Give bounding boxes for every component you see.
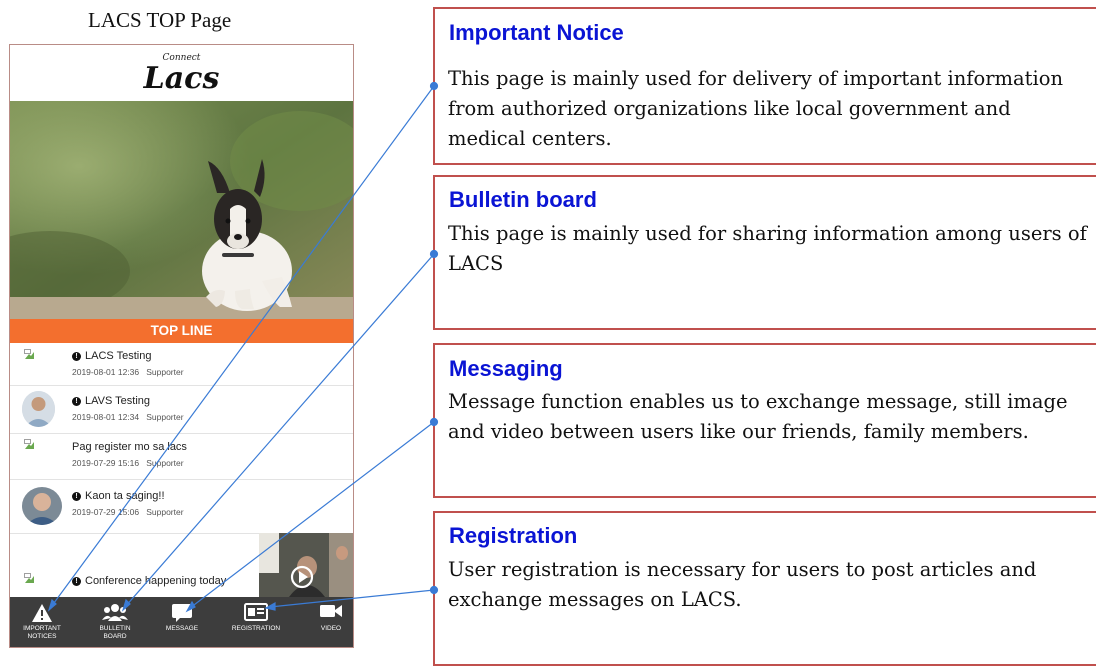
callout-heading: Bulletin board — [449, 187, 597, 212]
app-header: Connect Lacs — [10, 45, 353, 101]
video-preview[interactable] — [259, 533, 353, 597]
broken-image-icon — [24, 573, 34, 583]
nav-important-notices[interactable]: IMPORTANT NOTICES — [14, 597, 70, 647]
nav-registration[interactable]: REGISTRATION — [220, 597, 292, 647]
callout-heading: Important Notice — [449, 20, 624, 45]
exclamation-icon: ! — [72, 577, 81, 586]
feed-item[interactable]: Pag register mo sa lacs 2019-07-29 15:16… — [10, 433, 353, 480]
chat-icon — [172, 604, 192, 622]
callout-important-notice: Important Notice This page is mainly use… — [433, 7, 1096, 165]
users-icon — [102, 604, 128, 621]
feed-item[interactable]: ! LAVS Testing 2019-08-01 12:34 Supporter — [10, 385, 353, 434]
exclamation-icon: ! — [72, 492, 81, 501]
nav-label: IMPORTANT NOTICES — [23, 625, 61, 640]
feed-item[interactable]: ! LACS Testing 2019-08-01 12:36 Supporter — [10, 343, 353, 386]
feed-item-title: ! Conference happening today — [72, 575, 226, 587]
nav-label: REGISTRATION — [231, 625, 281, 632]
app-logo[interactable]: Lacs — [10, 61, 353, 96]
callout-messaging: Messaging Message function enables us to… — [433, 343, 1096, 498]
callout-body: This page is mainly used for sharing inf… — [448, 222, 1087, 275]
callout-body: User registration is necessary for users… — [448, 558, 1037, 611]
id-card-icon — [244, 603, 268, 621]
feed-item-meta: 2019-08-01 12:36 Supporter — [72, 367, 184, 377]
avatar — [22, 391, 55, 427]
feed-item[interactable]: ! Kaon ta saging!! 2019-07-29 15:06 Suppo… — [10, 479, 353, 534]
figure-caption: LACS TOP Page — [88, 8, 232, 32]
callout-body: Message function enables us to exchange … — [448, 390, 1068, 443]
feed-item-title: ! LAVS Testing — [72, 395, 150, 407]
exclamation-icon: ! — [72, 352, 81, 361]
hero-dog-photo — [10, 101, 353, 319]
feed-item-title: Pag register mo sa lacs — [72, 441, 187, 453]
feed-item-meta: 2019-07-29 15:06 Supporter — [72, 507, 184, 517]
nav-message[interactable]: MESSAGE — [154, 597, 210, 647]
warning-icon — [32, 604, 52, 622]
callout-registration: Registration User registration is necess… — [433, 511, 1096, 666]
callout-body: This page is mainly used for delivery of… — [448, 67, 1064, 150]
exclamation-icon: ! — [72, 397, 81, 406]
nav-label: MESSAGE — [165, 625, 199, 632]
nav-video[interactable]: VIDEO — [308, 597, 353, 647]
video-camera-icon — [320, 605, 342, 617]
nav-label: BULLETIN BOARD — [99, 625, 131, 640]
feed-item-title: ! LACS Testing — [72, 350, 151, 362]
callout-heading: Registration — [449, 523, 578, 548]
feed-item-meta: 2019-08-01 12:34 Supporter — [72, 412, 184, 422]
callout-heading: Messaging — [449, 356, 563, 381]
feed-item-meta: 2019-07-29 15:16 Supporter — [72, 458, 184, 468]
feed-item-title: ! Kaon ta saging!! — [72, 490, 165, 502]
nav-label: VIDEO — [320, 625, 342, 632]
top-line-banner: TOP LINE — [10, 319, 353, 343]
broken-image-icon — [24, 439, 34, 449]
broken-image-icon — [24, 349, 34, 359]
avatar — [22, 487, 62, 525]
phone-screen: Connect Lacs TOP LINE ! LACS Testing 201… — [9, 44, 354, 648]
callout-bulletin-board: Bulletin board This page is mainly used … — [433, 175, 1096, 330]
nav-bulletin-board[interactable]: BULLETIN BOARD — [84, 597, 146, 647]
bottom-nav: IMPORTANT NOTICES BULLETIN BOARD MESSAGE R… — [10, 597, 353, 647]
